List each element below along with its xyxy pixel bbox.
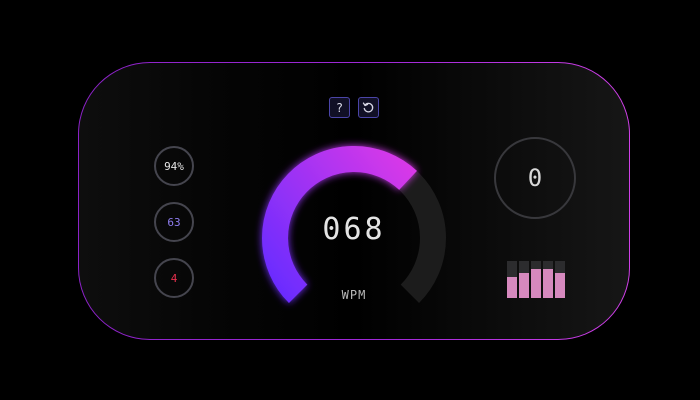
level-bar [519,261,529,298]
level-bar-fill [519,272,529,298]
timer-display: 0 [494,137,576,219]
level-bar-fill [555,272,565,298]
level-meter [507,261,565,298]
level-bar [555,261,565,298]
level-bar-fill [543,269,553,298]
level-bar [531,261,541,298]
wpm-label: WPM [341,288,367,302]
level-bar-fill [531,269,541,298]
timer-value: 0 [527,164,543,192]
level-bar [507,261,517,298]
level-bar [543,261,553,298]
wpm-gauge [262,146,446,304]
wpm-value: 068 [322,212,386,247]
level-bar-fill [507,277,517,298]
